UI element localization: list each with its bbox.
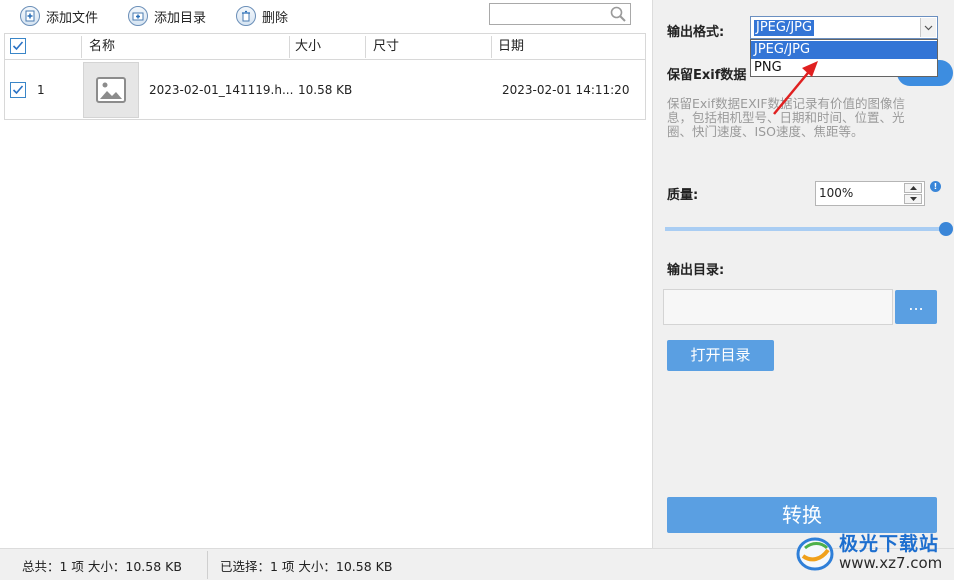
delete-button[interactable]: 删除 bbox=[236, 5, 288, 27]
chevron-up-icon bbox=[909, 186, 917, 190]
output-format-label: 输出格式: bbox=[667, 25, 725, 40]
add-folder-icon bbox=[128, 6, 148, 26]
row-size: 10.58 KB bbox=[298, 83, 353, 97]
quality-slider[interactable] bbox=[665, 227, 949, 231]
watermark-url: www.xz7.com bbox=[839, 554, 943, 572]
output-format-value: JPEG/JPG bbox=[754, 20, 815, 36]
check-icon bbox=[12, 85, 24, 95]
output-dir-field[interactable] bbox=[663, 289, 893, 325]
column-header-name[interactable]: 名称 bbox=[83, 34, 115, 59]
status-divider bbox=[207, 551, 208, 579]
format-option-jpeg[interactable]: JPEG/JPG bbox=[751, 41, 937, 59]
image-placeholder-icon bbox=[96, 77, 126, 103]
file-table: 名称 大小 尺寸 日期 1 2023-02-01_141119.h... 10.… bbox=[4, 33, 646, 120]
add-folder-button[interactable]: 添加目录 bbox=[128, 5, 206, 27]
format-option-png[interactable]: PNG bbox=[751, 59, 937, 77]
add-file-icon bbox=[20, 6, 40, 26]
stepper-down-button[interactable] bbox=[904, 194, 922, 204]
settings-panel: 输出格式: JPEG/JPG 保留Exif数据 JPEG/JPG PNG 保留E… bbox=[652, 0, 954, 548]
open-dir-button[interactable]: 打开目录 bbox=[667, 340, 774, 371]
row-checkbox[interactable] bbox=[10, 82, 26, 98]
table-header: 名称 大小 尺寸 日期 bbox=[5, 34, 645, 60]
column-divider bbox=[81, 36, 82, 58]
quality-slider-handle[interactable] bbox=[939, 222, 953, 236]
search-icon[interactable] bbox=[609, 5, 627, 23]
column-header-size[interactable]: 大小 bbox=[289, 34, 321, 59]
stepper-up-button[interactable] bbox=[904, 183, 922, 193]
add-file-button[interactable]: 添加文件 bbox=[20, 5, 98, 27]
watermark-logo: 极光下载站 www.xz7.com bbox=[795, 528, 950, 576]
row-filename: 2023-02-01_141119.h... bbox=[149, 83, 294, 97]
image-thumbnail bbox=[83, 62, 139, 118]
logo-icon bbox=[796, 537, 834, 571]
chevron-down-icon[interactable] bbox=[920, 18, 936, 37]
search-input[interactable] bbox=[489, 3, 631, 25]
exif-description: 保留Exif数据EXIF数据记录有价值的图像信息，包括相机型号、日期和时间、位置… bbox=[667, 96, 906, 139]
stepper-buttons bbox=[904, 183, 922, 204]
add-file-label: 添加文件 bbox=[46, 10, 99, 26]
app-window: 添加文件 添加目录 删除 名称 大小 尺寸 日期 1 2023-02-01_14… bbox=[0, 0, 954, 580]
watermark-name: 极光下载站 bbox=[839, 533, 940, 555]
output-format-select[interactable]: JPEG/JPG bbox=[750, 16, 938, 39]
toolbar: 添加文件 添加目录 删除 bbox=[0, 0, 652, 32]
table-row[interactable]: 1 2023-02-01_141119.h... 10.58 KB 2023-0… bbox=[5, 61, 645, 119]
check-icon bbox=[12, 41, 24, 51]
row-date: 2023-02-01 14:11:20 bbox=[502, 83, 630, 97]
quality-label: 质量: bbox=[667, 188, 699, 203]
column-header-date[interactable]: 日期 bbox=[492, 34, 524, 59]
column-divider bbox=[365, 36, 366, 58]
quality-value: 100% bbox=[819, 186, 854, 200]
select-all-checkbox[interactable] bbox=[10, 38, 26, 54]
browse-button[interactable]: ... bbox=[895, 290, 937, 324]
output-dir-label: 输出目录: bbox=[667, 263, 725, 278]
status-total: 总共：1 项 大小：10.58 KB bbox=[22, 559, 182, 574]
quality-stepper[interactable]: 100% bbox=[815, 181, 925, 206]
chevron-down-icon bbox=[909, 197, 917, 201]
keep-exif-label: 保留Exif数据 bbox=[667, 68, 747, 83]
trash-icon bbox=[236, 6, 256, 26]
column-header-dimensions[interactable]: 尺寸 bbox=[367, 34, 399, 59]
delete-label: 删除 bbox=[262, 10, 289, 26]
status-selected: 已选择：1 项 大小：10.58 KB bbox=[220, 559, 393, 574]
row-index: 1 bbox=[37, 83, 45, 97]
format-dropdown-list: JPEG/JPG PNG bbox=[750, 39, 938, 77]
add-folder-label: 添加目录 bbox=[154, 10, 207, 26]
info-icon[interactable]: ! bbox=[930, 181, 941, 192]
